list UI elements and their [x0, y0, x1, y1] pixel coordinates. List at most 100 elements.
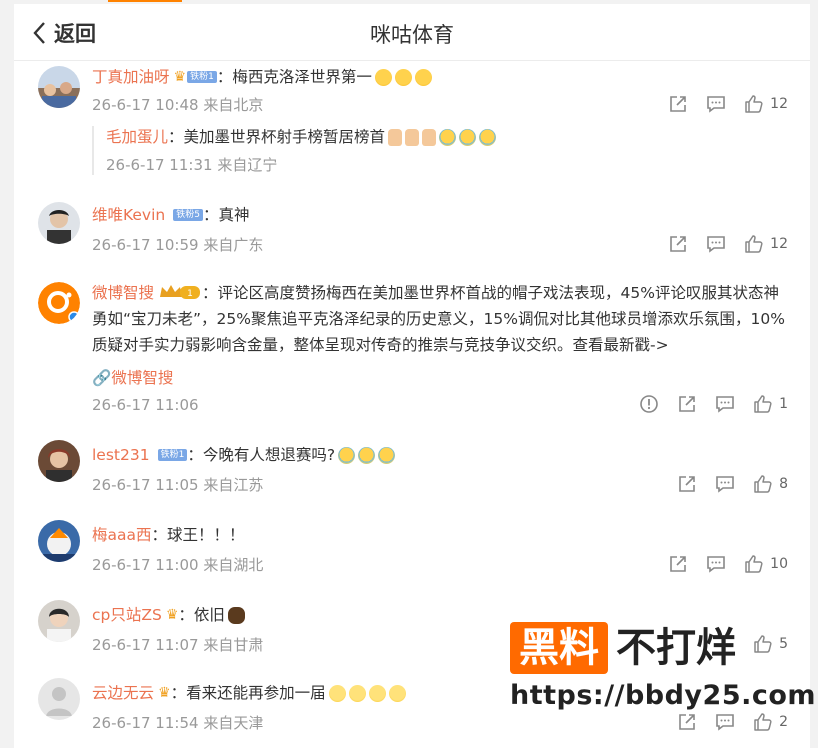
timestamp: 26-6-17 10:59	[92, 236, 199, 254]
comment-actions: 8	[659, 474, 788, 494]
location: 来自辽宁	[217, 156, 278, 174]
crown-icon: ♛	[165, 607, 179, 623]
avatar[interactable]	[38, 282, 80, 324]
timestamp: 26-6-17 11:06	[92, 396, 199, 414]
username[interactable]: 梅aaa西	[92, 524, 152, 546]
timestamp: 26-6-17 11:31	[106, 156, 213, 174]
laugh-cry-emoji-icon	[459, 129, 477, 146]
grin-emoji-icon	[368, 684, 386, 702]
comment-button[interactable]	[706, 554, 726, 574]
reply-text: 美加墨世界杯射手榜暂居榜首	[183, 128, 386, 146]
username[interactable]: 丁真加油呀	[92, 66, 170, 88]
share-icon	[670, 96, 686, 112]
laugh-cry-emoji-icon	[378, 446, 396, 464]
fan-badge: ♛	[166, 604, 179, 626]
share-icon	[670, 236, 686, 252]
username[interactable]: 云边无云	[92, 682, 154, 704]
comment-line: lest231 铁粉1 ：今晚有人想退赛吗?	[92, 444, 396, 466]
location: 来自湖北	[203, 556, 264, 574]
watermark-url: https://bbdy25.com	[510, 680, 817, 711]
like-count: 12	[770, 236, 788, 252]
avatar[interactable]	[38, 678, 80, 720]
top-nav-bar: 返回 咪咕体育	[14, 4, 810, 61]
timestamp: 26-6-17 11:54	[92, 714, 199, 732]
share-button[interactable]	[668, 94, 688, 114]
comment-actions: 12	[650, 94, 788, 114]
avatar[interactable]	[38, 520, 80, 562]
like-button[interactable]: 8	[753, 474, 788, 494]
like-count: 10	[770, 556, 788, 572]
page-title: 咪咕体育	[370, 23, 454, 47]
avatar[interactable]	[38, 66, 80, 108]
comment-actions: 1	[621, 394, 788, 414]
like-icon	[754, 475, 772, 493]
like-count: 8	[779, 476, 788, 492]
source-link[interactable]: 🔗微博智搜	[92, 366, 173, 388]
avatar[interactable]	[38, 600, 80, 642]
location: 来自北京	[203, 96, 264, 114]
comment-line: 丁真加油呀 ♛ 铁粉1 ： 梅西克洛泽世界第一	[92, 66, 432, 88]
comment-button[interactable]	[706, 234, 726, 254]
fan-badge: ♛	[158, 682, 171, 704]
comment-item: 丁真加油呀 ♛ 铁粉1 ： 梅西克洛泽世界第一 26-6-17 10:48 来自北…	[14, 64, 810, 194]
like-icon	[754, 395, 772, 413]
watermark-logo-box: 黑料	[510, 622, 608, 674]
wow-emoji-icon	[374, 68, 392, 86]
share-button[interactable]	[668, 234, 688, 254]
cow-emoji-icon	[227, 606, 245, 624]
vip-crown-icon: 1	[160, 285, 201, 299]
like-button[interactable]: 12	[744, 94, 788, 114]
comment-actions: 10	[650, 554, 788, 574]
laugh-cry-emoji-icon	[338, 446, 356, 464]
like-button[interactable]: 1	[753, 394, 788, 414]
share-button[interactable]	[677, 474, 697, 494]
like-icon	[745, 95, 763, 113]
username[interactable]: 维唯Kevin	[92, 204, 165, 226]
reply-item: 毛加蛋儿：美加墨世界杯射手榜暂居榜首 26-6-17 11:31 来自辽宁	[92, 126, 796, 175]
timestamp: 26-6-17 11:05	[92, 476, 199, 494]
username[interactable]: cp只站ZS	[92, 604, 162, 626]
fan-badge: ♛ 铁粉1	[174, 66, 217, 88]
reply-line: 毛加蛋儿：美加墨世界杯射手榜暂居榜首	[106, 126, 796, 148]
avatar[interactable]	[38, 202, 80, 244]
comment-meta: 26-6-17 11:05 来自江苏	[92, 474, 263, 495]
comment-text: 球王！！！	[167, 526, 245, 544]
comment-text: 梅西克洛泽世界第一	[232, 68, 372, 86]
timestamp: 26-6-17 10:48	[92, 96, 199, 114]
location: 来自甘肃	[203, 636, 264, 654]
comment-line: cp只站ZS ♛ ：依旧	[92, 604, 245, 626]
like-icon	[745, 555, 763, 573]
comment-icon	[707, 236, 725, 253]
comment-line: 云边无云 ♛ ：看来还能再参加一届	[92, 682, 406, 704]
fan-badge: 铁粉1	[154, 449, 188, 461]
comment-meta: 26-6-17 11:07 来自甘肃	[92, 634, 263, 655]
username[interactable]: lest231	[92, 444, 150, 466]
grin-emoji-icon	[328, 684, 346, 702]
comment-button[interactable]	[715, 394, 735, 414]
avatar[interactable]	[38, 440, 80, 482]
watermark-side-text: 不打烊	[616, 625, 736, 671]
comment-button[interactable]	[706, 94, 726, 114]
like-count: 5	[779, 636, 788, 652]
share-button[interactable]	[668, 554, 688, 574]
location: 来自广东	[203, 236, 264, 254]
timestamp: 26-6-17 11:07	[92, 636, 199, 654]
share-icon	[679, 476, 695, 492]
comment-item: 梅aaa西 ：球王！！！ 26-6-17 11:00 来自湖北 10	[14, 520, 810, 590]
location: 来自江苏	[203, 476, 264, 494]
share-icon	[670, 556, 686, 572]
username[interactable]: 微博智搜	[92, 284, 154, 302]
reply-username[interactable]: 毛加蛋儿	[106, 128, 168, 146]
link-icon: 🔗	[92, 369, 112, 387]
comment-meta: 26-6-17 10:48 来自北京	[92, 94, 263, 115]
comment-button[interactable]	[715, 474, 735, 494]
comment-icon	[707, 556, 725, 573]
share-button[interactable]	[677, 394, 697, 414]
comment-text: 真神	[218, 206, 250, 224]
comment-line: 微博智搜 1 ：评论区高度赞扬梅西在美加墨世界杯首战的帽子戏法表现，45%评论叹服其…	[92, 284, 785, 354]
crown-icon: ♛	[158, 685, 171, 701]
report-button[interactable]	[639, 394, 659, 414]
like-button[interactable]: 12	[744, 234, 788, 254]
crown-icon: ♛	[173, 69, 187, 85]
like-button[interactable]: 10	[744, 554, 788, 574]
